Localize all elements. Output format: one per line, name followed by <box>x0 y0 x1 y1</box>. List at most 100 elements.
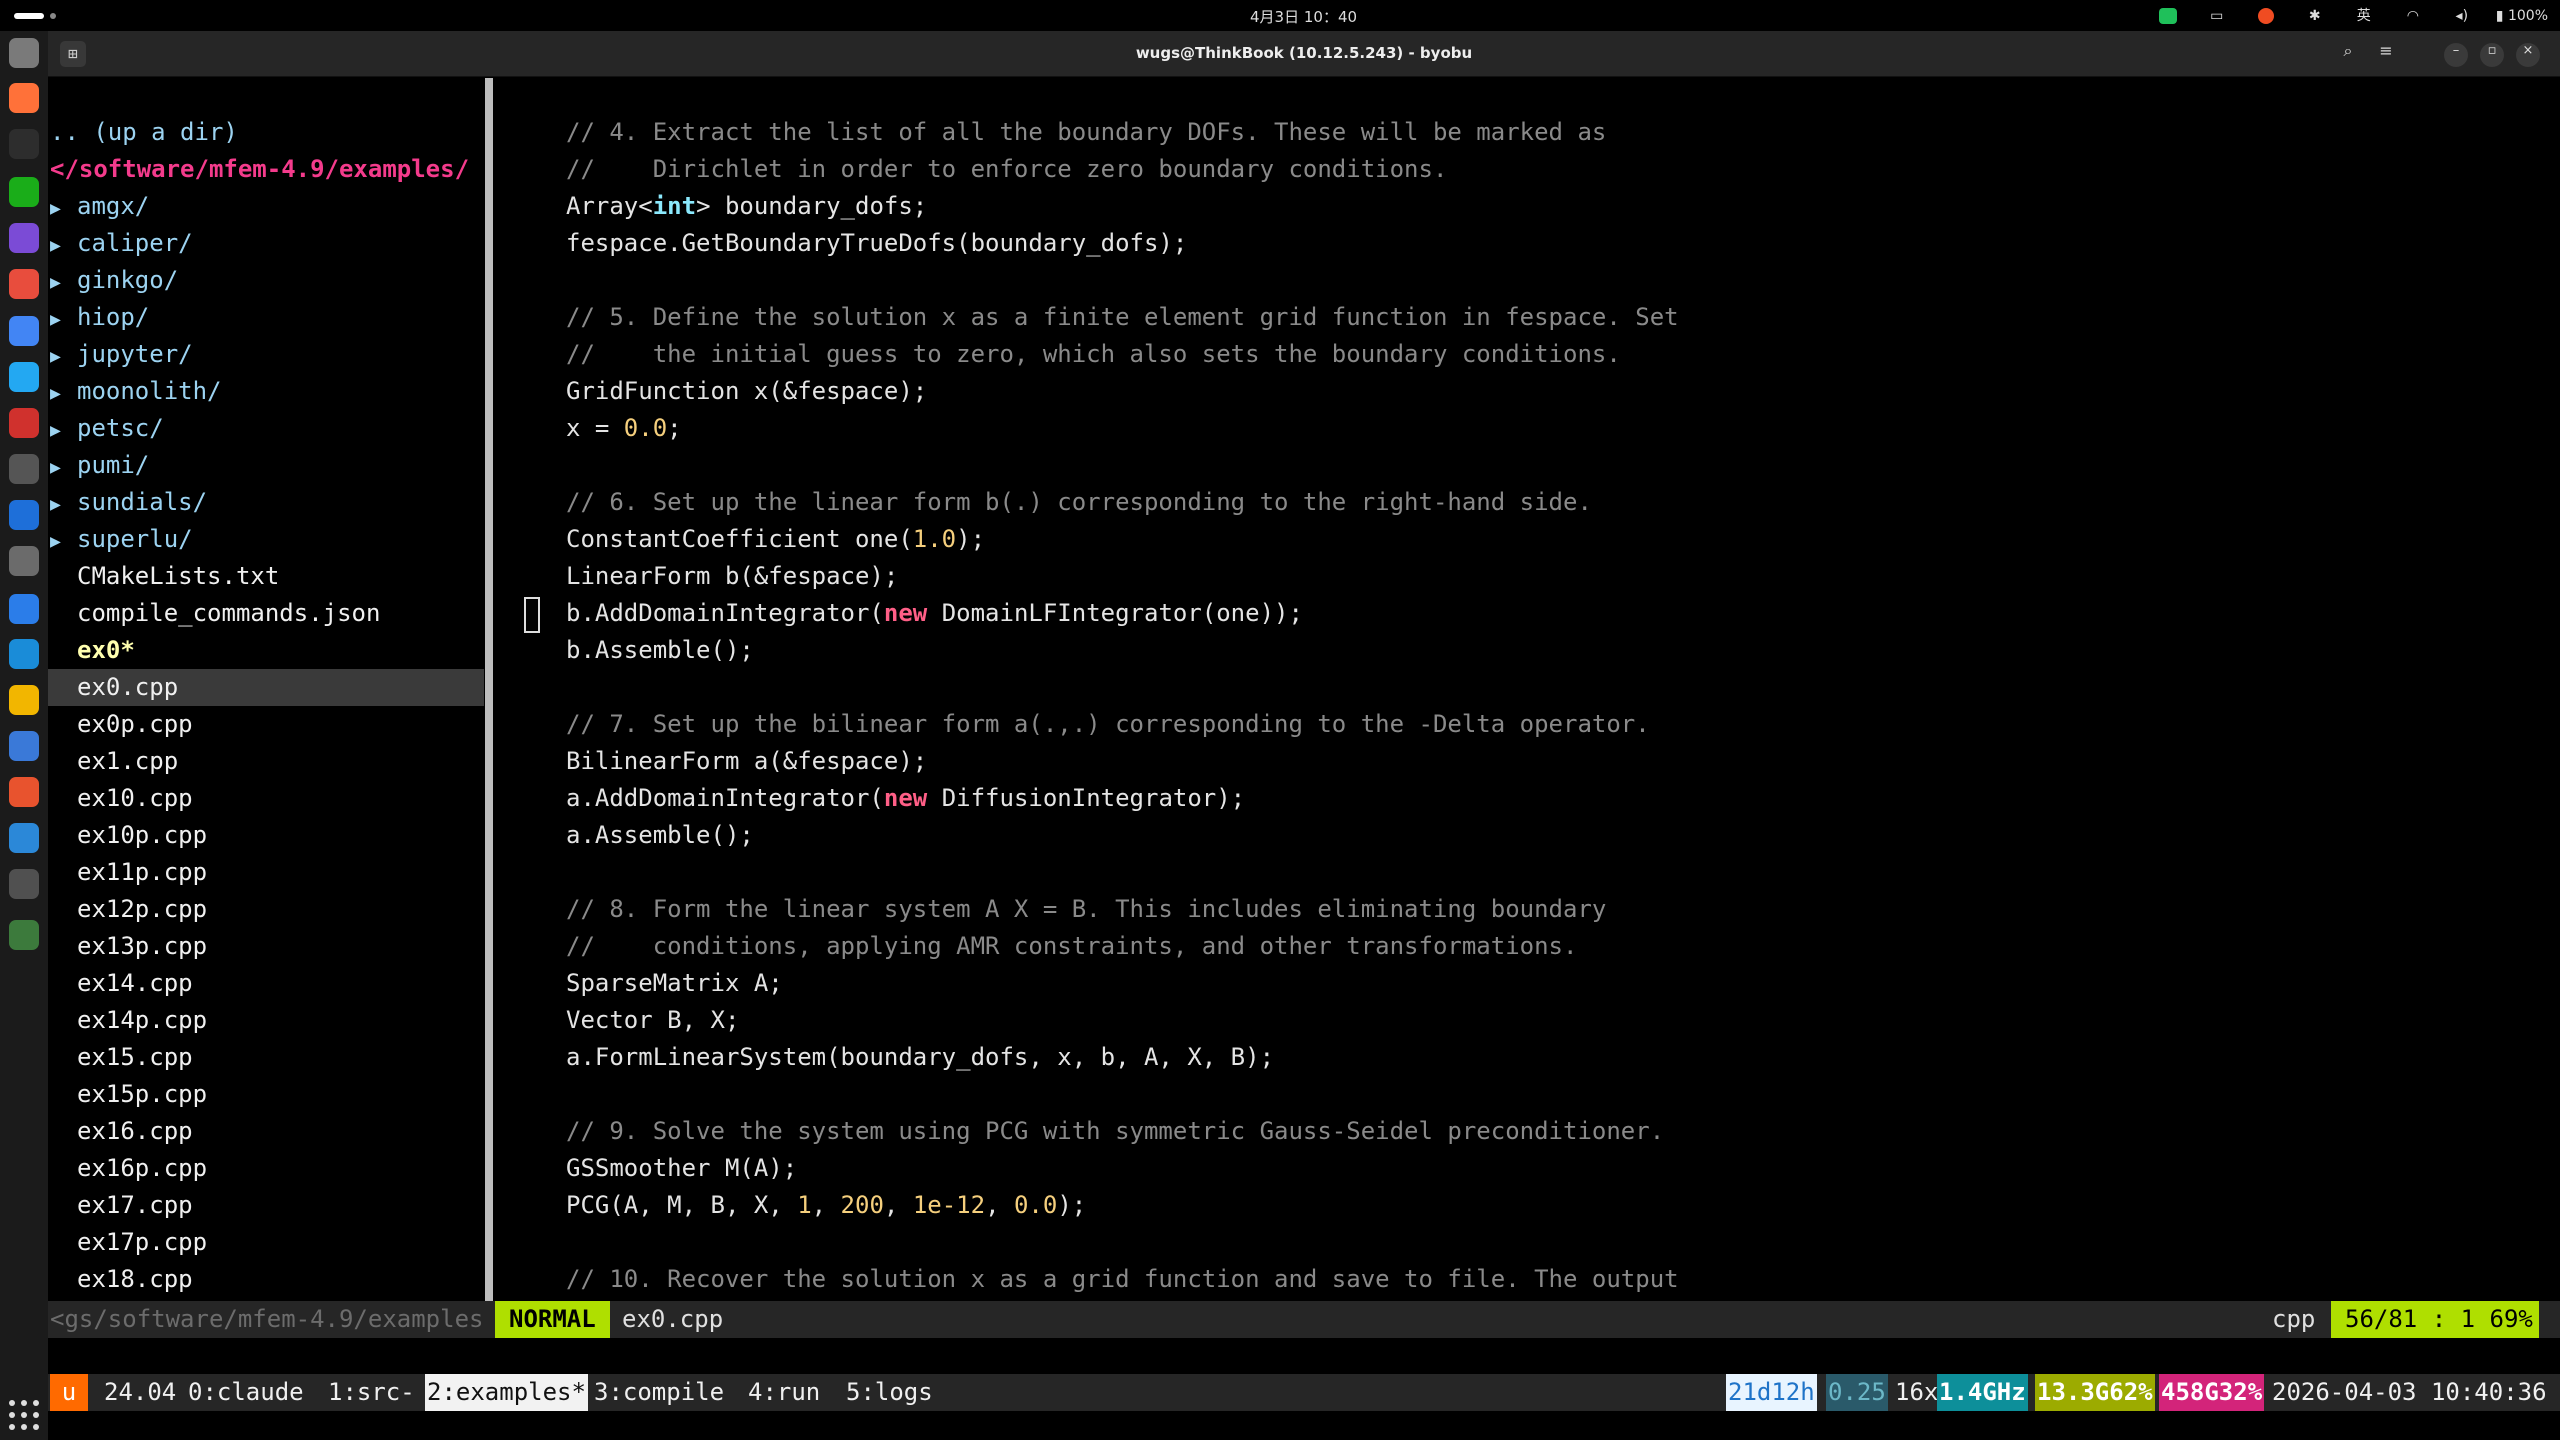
input-method-icon[interactable]: 英 <box>2352 5 2376 27</box>
keyboard-icon[interactable] <box>9 545 39 576</box>
screen-tray-icon[interactable]: ▭ <box>2205 5 2229 27</box>
code-blank <box>566 1076 2526 1113</box>
matlab-icon[interactable] <box>9 777 39 808</box>
tree-file[interactable]: ex16.cpp <box>48 1113 484 1150</box>
search-button[interactable]: ⌕ <box>2334 41 2362 69</box>
tree-root-path[interactable]: </software/mfem-4.9/examples/ <box>48 151 484 188</box>
window-title: wugs@ThinkBook (10.12.5.243) - byobu <box>1135 44 1473 62</box>
accessibility-icon[interactable]: ✱ <box>2303 5 2327 27</box>
vertical-split-bar[interactable] <box>485 78 493 1330</box>
expand-arrow-icon[interactable]: ▶ <box>50 301 77 338</box>
tree-dir[interactable]: ▶ jupyter/ <box>48 336 484 373</box>
terminal-icon[interactable] <box>9 129 39 160</box>
tree-dir[interactable]: ▶ petsc/ <box>48 410 484 447</box>
clock[interactable]: 4月3日 10：40 <box>1250 6 1357 27</box>
tree-file[interactable]: ex17.cpp <box>48 1187 484 1224</box>
menu-button[interactable]: ≡ <box>2372 41 2400 69</box>
tree-file-selected[interactable]: ex0.cpp <box>48 669 484 706</box>
reader-icon[interactable] <box>9 639 39 670</box>
media-icon[interactable] <box>9 869 39 900</box>
tree-file-executable[interactable]: ex0* <box>48 632 484 669</box>
tree-file[interactable]: ex14p.cpp <box>48 1002 484 1039</box>
files-icon[interactable] <box>9 37 39 68</box>
show-apps-icon[interactable] <box>9 1400 39 1430</box>
tree-file[interactable]: ex16p.cpp <box>48 1150 484 1187</box>
code-line: a.FormLinearSystem(boundary_dofs, x, b, … <box>566 1043 1275 1071</box>
wps-icon[interactable] <box>9 408 39 439</box>
expand-arrow-icon[interactable]: ▶ <box>50 523 77 560</box>
trash-icon[interactable] <box>9 919 39 950</box>
tree-dir[interactable]: ▶ pumi/ <box>48 447 484 484</box>
code-line: GridFunction x(&fespace); <box>566 377 928 405</box>
settings-icon[interactable] <box>9 454 39 485</box>
tree-file[interactable]: CMakeLists.txt <box>48 558 484 595</box>
notes-icon[interactable] <box>9 685 39 716</box>
tree-dir-label: superlu/ <box>77 525 193 553</box>
code-comment: // 5. Define the solution x as a finite … <box>566 303 1679 331</box>
tree-dir[interactable]: ▶ superlu/ <box>48 521 484 558</box>
tree-file[interactable]: ex11p.cpp <box>48 854 484 891</box>
code-editor[interactable]: // 4. Extract the list of all the bounda… <box>566 114 2526 1364</box>
tree-file[interactable]: ex10.cpp <box>48 780 484 817</box>
workspace-dot[interactable] <box>50 13 56 19</box>
tree-file[interactable]: compile_commands.json <box>48 595 484 632</box>
tree-file[interactable]: ex12p.cpp <box>48 891 484 928</box>
tree-file[interactable]: ex1.cpp <box>48 743 484 780</box>
system-tray[interactable]: ▭ ✱ 英 ◠ ◂) ▮ 100% <box>2131 0 2560 31</box>
network-icon[interactable] <box>9 593 39 624</box>
expand-arrow-icon[interactable]: ▶ <box>50 338 77 375</box>
battery-indicator[interactable]: ▮ 100% <box>2496 8 2548 24</box>
byobu-window-0[interactable]: 0:claude <box>188 1374 304 1411</box>
tree-file-label: ex10p.cpp <box>77 821 208 849</box>
app-icon-2[interactable] <box>9 500 39 531</box>
byobu-memory: 13.3G62% <box>2035 1374 2155 1411</box>
close-button[interactable]: × <box>2516 43 2540 67</box>
wechat-tray-icon[interactable] <box>2156 5 2180 27</box>
expand-arrow-icon[interactable]: ▶ <box>50 412 77 449</box>
app-icon[interactable] <box>9 222 39 253</box>
maximize-button[interactable]: ▫ <box>2480 43 2504 67</box>
tree-file[interactable]: ex17p.cpp <box>48 1224 484 1261</box>
tree-file[interactable]: ex13p.cpp <box>48 928 484 965</box>
expand-arrow-icon[interactable]: ▶ <box>50 449 77 486</box>
workspace-indicator[interactable] <box>14 13 44 19</box>
expand-arrow-icon[interactable]: ▶ <box>50 264 77 301</box>
byobu-window-3[interactable]: 3:compile <box>594 1374 724 1411</box>
tree-dir[interactable]: ▶ caliper/ <box>48 225 484 262</box>
tree-file[interactable]: ex15.cpp <box>48 1039 484 1076</box>
maps-icon[interactable] <box>9 731 39 762</box>
expand-arrow-icon[interactable]: ▶ <box>50 227 77 264</box>
code-comment: // 6. Set up the linear form b(.) corres… <box>566 488 1592 516</box>
tree-file[interactable]: ex10p.cpp <box>48 817 484 854</box>
byobu-window-2-active[interactable]: 2:examples* <box>425 1374 588 1411</box>
chrome-icon[interactable] <box>9 316 39 347</box>
tree-up-dir[interactable]: .. (up a dir) <box>48 114 484 151</box>
tree-file[interactable]: ex18.cpp <box>48 1261 484 1298</box>
byobu-window-5[interactable]: 5:logs <box>846 1374 933 1411</box>
tree-dir[interactable]: ▶ hiop/ <box>48 299 484 336</box>
tree-dir[interactable]: ▶ sundials/ <box>48 484 484 521</box>
calendar-icon[interactable] <box>9 268 39 299</box>
expand-arrow-icon[interactable]: ▶ <box>50 486 77 523</box>
tree-file[interactable]: ex0p.cpp <box>48 706 484 743</box>
expand-arrow-icon[interactable]: ▶ <box>50 190 77 227</box>
record-tray-icon[interactable] <box>2254 5 2278 27</box>
byobu-window-4[interactable]: 4:run <box>748 1374 820 1411</box>
terminal-area[interactable]: .. (up a dir) </software/mfem-4.9/exampl… <box>48 78 2560 1440</box>
tree-dir[interactable]: ▶ ginkgo/ <box>48 262 484 299</box>
wechat-icon[interactable] <box>9 176 39 207</box>
tree-file-label: ex14.cpp <box>77 969 193 997</box>
nerdtree-panel[interactable]: .. (up a dir) </software/mfem-4.9/exampl… <box>48 114 484 1364</box>
cloud-icon[interactable] <box>9 823 39 854</box>
byobu-window-1[interactable]: 1:src- <box>328 1374 415 1411</box>
expand-arrow-icon[interactable]: ▶ <box>50 375 77 412</box>
firefox-icon[interactable] <box>9 83 39 114</box>
tree-file[interactable]: ex15p.cpp <box>48 1076 484 1113</box>
minimize-button[interactable]: – <box>2444 43 2468 67</box>
volume-icon[interactable]: ◂) <box>2450 5 2474 27</box>
tree-file[interactable]: ex14.cpp <box>48 965 484 1002</box>
wifi-icon[interactable]: ◠ <box>2401 5 2425 27</box>
tree-dir[interactable]: ▶ amgx/ <box>48 188 484 225</box>
vscode-icon[interactable] <box>9 362 39 393</box>
tree-dir[interactable]: ▶ moonolith/ <box>48 373 484 410</box>
